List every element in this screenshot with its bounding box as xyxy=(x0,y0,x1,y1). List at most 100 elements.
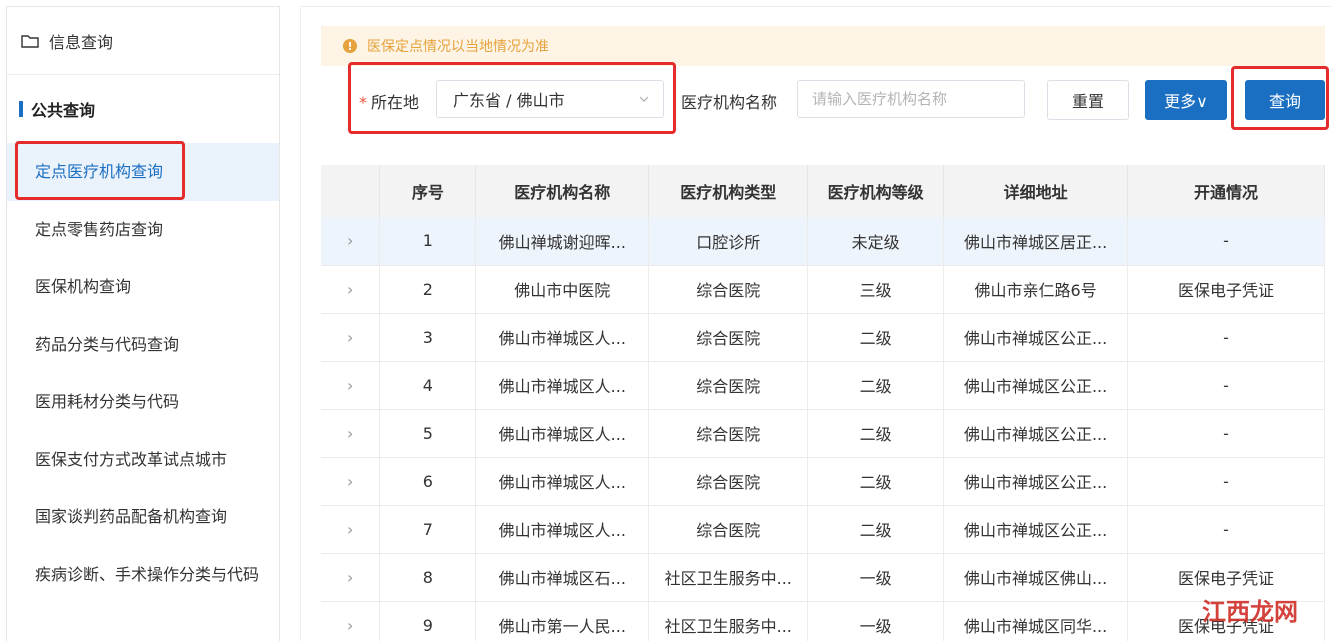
folder-icon xyxy=(21,34,39,48)
institution-level: 二级 xyxy=(807,457,945,506)
row-index: 4 xyxy=(379,361,477,410)
table-row[interactable]: › 2 佛山市中医院 综合医院 三级 佛山市亲仁路6号 医保电子凭证 xyxy=(321,265,1325,314)
institution-name: 佛山市中医院 xyxy=(475,265,650,314)
institution-type: 综合医院 xyxy=(648,361,809,410)
col-header-level: 医疗机构等级 xyxy=(807,165,945,217)
col-header-address: 详细地址 xyxy=(943,165,1129,217)
service-status: - xyxy=(1127,361,1325,410)
address: 佛山市禅城区居正... xyxy=(943,217,1129,266)
sidebar-item-insurance-agency[interactable]: 医保机构查询 xyxy=(7,259,279,317)
expand-chevron-icon[interactable]: › xyxy=(321,505,381,554)
sidebar-item-label: 国家谈判药品配备机构查询 xyxy=(35,507,228,527)
institution-type: 综合医院 xyxy=(648,457,809,506)
sidebar-header-label: 信息查询 xyxy=(49,32,114,52)
institution-name: 佛山市禅城区人... xyxy=(475,361,650,410)
table-row[interactable]: › 9 佛山市第一人民... 社区卫生服务中... 一级 佛山市禅城区同华... 医保电子凭… xyxy=(321,601,1325,641)
reset-button[interactable]: 重置 xyxy=(1047,80,1129,120)
sidebar-item-designated-medical[interactable]: 定点医疗机构查询 xyxy=(7,143,279,201)
location-select[interactable]: 广东省 / 佛山市 xyxy=(436,80,664,118)
col-header-type: 医疗机构类型 xyxy=(648,165,809,217)
address: 佛山市禅城区公正... xyxy=(943,409,1129,458)
more-button[interactable]: 更多∨ xyxy=(1145,80,1227,120)
sidebar-item-payment-reform[interactable]: 医保支付方式改革试点城市 xyxy=(7,431,279,489)
service-status: 医保电子凭证 xyxy=(1127,265,1325,314)
sidebar-item-negotiated-drugs[interactable]: 国家谈判药品配备机构查询 xyxy=(7,489,279,547)
service-status: - xyxy=(1127,457,1325,506)
row-index: 1 xyxy=(379,217,477,266)
sidebar-item-label: 疾病诊断、手术操作分类与代码 xyxy=(35,564,260,584)
table-row[interactable]: › 8 佛山市禅城区石... 社区卫生服务中... 一级 佛山市禅城区佛山... 医保电子凭… xyxy=(321,553,1325,602)
row-index: 7 xyxy=(379,505,477,554)
col-header-expand xyxy=(321,165,381,217)
table-header-row: 序号 医疗机构名称 医疗机构类型 医疗机构等级 详细地址 开通情况 xyxy=(321,165,1325,217)
row-index: 9 xyxy=(379,601,477,641)
row-index: 5 xyxy=(379,409,477,458)
row-index: 3 xyxy=(379,313,477,362)
table-row[interactable]: › 3 佛山市禅城区人... 综合医院 二级 佛山市禅城区公正... - xyxy=(321,313,1325,362)
location-label-text: 所在地 xyxy=(371,93,420,112)
sidebar-section-title: 公共查询 xyxy=(7,75,279,143)
name-label: 医疗机构名称 xyxy=(681,93,778,112)
expand-chevron-icon[interactable]: › xyxy=(321,601,381,641)
expand-chevron-icon[interactable]: › xyxy=(321,265,381,314)
institution-level: 三级 xyxy=(807,265,945,314)
location-label: * 所在地 xyxy=(359,89,419,113)
expand-chevron-icon[interactable]: › xyxy=(321,217,381,266)
address: 佛山市禅城区公正... xyxy=(943,457,1129,506)
institution-level: 一级 xyxy=(807,553,945,602)
sidebar-item-label: 定点医疗机构查询 xyxy=(35,162,164,181)
table-row[interactable]: › 1 佛山禅城谢迎晖... 口腔诊所 未定级 佛山市禅城区居正... - xyxy=(321,217,1325,266)
row-index: 8 xyxy=(379,553,477,602)
institution-level: 二级 xyxy=(807,409,945,458)
row-index: 6 xyxy=(379,457,477,506)
sidebar-header[interactable]: 信息查询 xyxy=(7,7,279,75)
notice-text: 医保定点情况以当地情况为准 xyxy=(367,39,549,55)
institution-type: 社区卫生服务中... xyxy=(648,601,809,641)
sidebar-item-drug-codes[interactable]: 药品分类与代码查询 xyxy=(7,316,279,374)
table-row[interactable]: › 4 佛山市禅城区人... 综合医院 二级 佛山市禅城区公正... - xyxy=(321,361,1325,410)
address: 佛山市禅城区同华... xyxy=(943,601,1129,641)
location-select-value: 广东省 / 佛山市 xyxy=(453,91,565,110)
expand-chevron-icon[interactable]: › xyxy=(321,553,381,602)
watermark-logo: 江西龙网 xyxy=(1202,597,1298,626)
institution-level: 一级 xyxy=(807,601,945,641)
sidebar-item-label: 药品分类与代码查询 xyxy=(35,334,180,354)
sidebar-item-label: 医保机构查询 xyxy=(35,277,132,297)
institution-type: 综合医院 xyxy=(648,313,809,362)
address: 佛山市禅城区公正... xyxy=(943,505,1129,554)
col-header-status: 开通情况 xyxy=(1127,165,1325,217)
service-status: - xyxy=(1127,313,1325,362)
table-row[interactable]: › 5 佛山市禅城区人... 综合医院 二级 佛山市禅城区公正... - xyxy=(321,409,1325,458)
table-row[interactable]: › 6 佛山市禅城区人... 综合医院 二级 佛山市禅城区公正... - xyxy=(321,457,1325,506)
required-mark: * xyxy=(359,93,367,112)
sidebar-item-label: 医保支付方式改革试点城市 xyxy=(35,449,228,469)
section-marker xyxy=(19,101,23,117)
sidebar-item-retail-pharmacy[interactable]: 定点零售药店查询 xyxy=(7,201,279,259)
institution-name: 佛山市禅城区石... xyxy=(475,553,650,602)
table-row[interactable]: › 7 佛山市禅城区人... 综合医院 二级 佛山市禅城区公正... - xyxy=(321,505,1325,554)
sidebar-item-diagnosis-codes[interactable]: 疾病诊断、手术操作分类与代码 xyxy=(7,546,279,604)
chevron-down-icon xyxy=(639,96,649,102)
sidebar-section-label: 公共查询 xyxy=(31,101,96,120)
sidebar-item-consumable-codes[interactable]: 医用耗材分类与代码 xyxy=(7,374,279,432)
row-index: 2 xyxy=(379,265,477,314)
main-panel: ! 医保定点情况以当地情况为准 *所在地 广东省 / 佛山市 医疗机构名称 重置… xyxy=(300,6,1332,641)
col-header-index: 序号 xyxy=(379,165,477,217)
expand-chevron-icon[interactable]: › xyxy=(321,313,381,362)
expand-chevron-icon[interactable]: › xyxy=(321,361,381,410)
expand-chevron-icon[interactable]: › xyxy=(321,457,381,506)
sidebar: 信息查询 公共查询 定点医疗机构查询 定点零售药店查询 医保机构查询 药品分类与… xyxy=(6,6,280,641)
service-status: - xyxy=(1127,409,1325,458)
address: 佛山市禅城区公正... xyxy=(943,361,1129,410)
notice-banner: ! 医保定点情况以当地情况为准 xyxy=(321,26,1325,66)
address: 佛山市禅城区公正... xyxy=(943,313,1129,362)
query-button[interactable]: 查询 xyxy=(1245,80,1325,120)
institution-type: 社区卫生服务中... xyxy=(648,553,809,602)
expand-chevron-icon[interactable]: › xyxy=(321,409,381,458)
institution-name-input[interactable] xyxy=(797,80,1025,118)
institution-name: 佛山市禅城区人... xyxy=(475,457,650,506)
address: 佛山市亲仁路6号 xyxy=(943,265,1129,314)
institution-level: 二级 xyxy=(807,361,945,410)
sidebar-item-label: 定点零售药店查询 xyxy=(35,219,164,239)
institution-name: 佛山市禅城区人... xyxy=(475,409,650,458)
